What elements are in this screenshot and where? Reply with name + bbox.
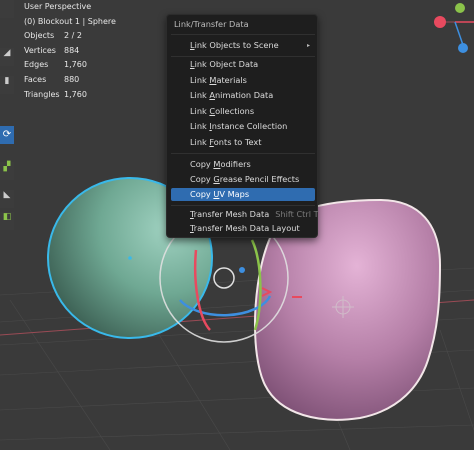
menu-separator: [171, 205, 315, 206]
stat-row: Triangles 1,760: [24, 89, 87, 99]
menu-separator: [171, 34, 315, 35]
submenu-arrow-icon: ▸: [306, 42, 310, 49]
menu-item-copy-uv-maps[interactable]: Copy UV Maps: [171, 188, 315, 201]
stat-row: Edges 1,760: [24, 60, 87, 70]
menu-item-link-collections[interactable]: Link Collections: [171, 105, 315, 118]
3d-viewport[interactable]: ◢ ▮ ⟳ ▞ ◣ ◧ User Perspective (0) Blockou…: [0, 0, 474, 450]
menu-item-link-animation-data[interactable]: Link Animation Data: [171, 89, 315, 102]
menu-item-link-fonts-to-text[interactable]: Link Fonts to Text: [171, 136, 315, 149]
menu-item-link-objects-to-scene[interactable]: Link Objects to Scene ▸: [171, 39, 315, 52]
menu-item-copy-modifiers[interactable]: Copy Modifiers: [171, 158, 315, 171]
viewport-stats-overlay: User Perspective (0) Blockout 1 | Sphere…: [24, 0, 116, 102]
add-cube-tool-icon[interactable]: ◣: [0, 190, 14, 208]
stat-row: Faces 880: [24, 74, 80, 84]
annotate-tool-icon[interactable]: ◢: [0, 48, 14, 66]
menu-item-link-materials[interactable]: Link Materials: [171, 74, 315, 87]
link-transfer-data-menu: Link/Transfer Data Link Objects to Scene…: [166, 14, 319, 238]
transform-tool-icon[interactable]: [0, 0, 14, 18]
menu-item-transfer-mesh-data-layout[interactable]: Transfer Mesh Data Layout: [171, 222, 315, 235]
menu-separator: [171, 56, 315, 57]
menu-item-transfer-mesh-data[interactable]: Transfer Mesh Data Shift Ctrl T: [171, 208, 319, 221]
menu-separator: [171, 153, 315, 154]
collection-name: (0) Blockout 1 | Sphere: [24, 16, 116, 26]
menu-item-copy-grease-pencil-effects[interactable]: Copy Grease Pencil Effects: [171, 173, 315, 186]
measure-tool-icon[interactable]: ▮: [0, 76, 14, 94]
stat-row: Vertices 884: [24, 45, 80, 55]
view-name: User Perspective: [24, 2, 92, 11]
extrude-tool-icon[interactable]: ▞: [0, 162, 14, 180]
shortcut-label: Shift Ctrl T: [275, 209, 319, 219]
menu-item-link-instance-collection[interactable]: Link Instance Collection: [171, 120, 315, 133]
menu-title: Link/Transfer Data: [174, 19, 249, 29]
rotate-tool-icon[interactable]: ⟳: [0, 126, 14, 144]
navigation-gizmo: [434, 3, 474, 53]
stat-row: Objects 2 / 2: [24, 31, 82, 41]
menu-item-link-object-data[interactable]: Link Object Data: [171, 58, 315, 71]
add-mesh-tool-icon[interactable]: ◧: [0, 212, 14, 230]
